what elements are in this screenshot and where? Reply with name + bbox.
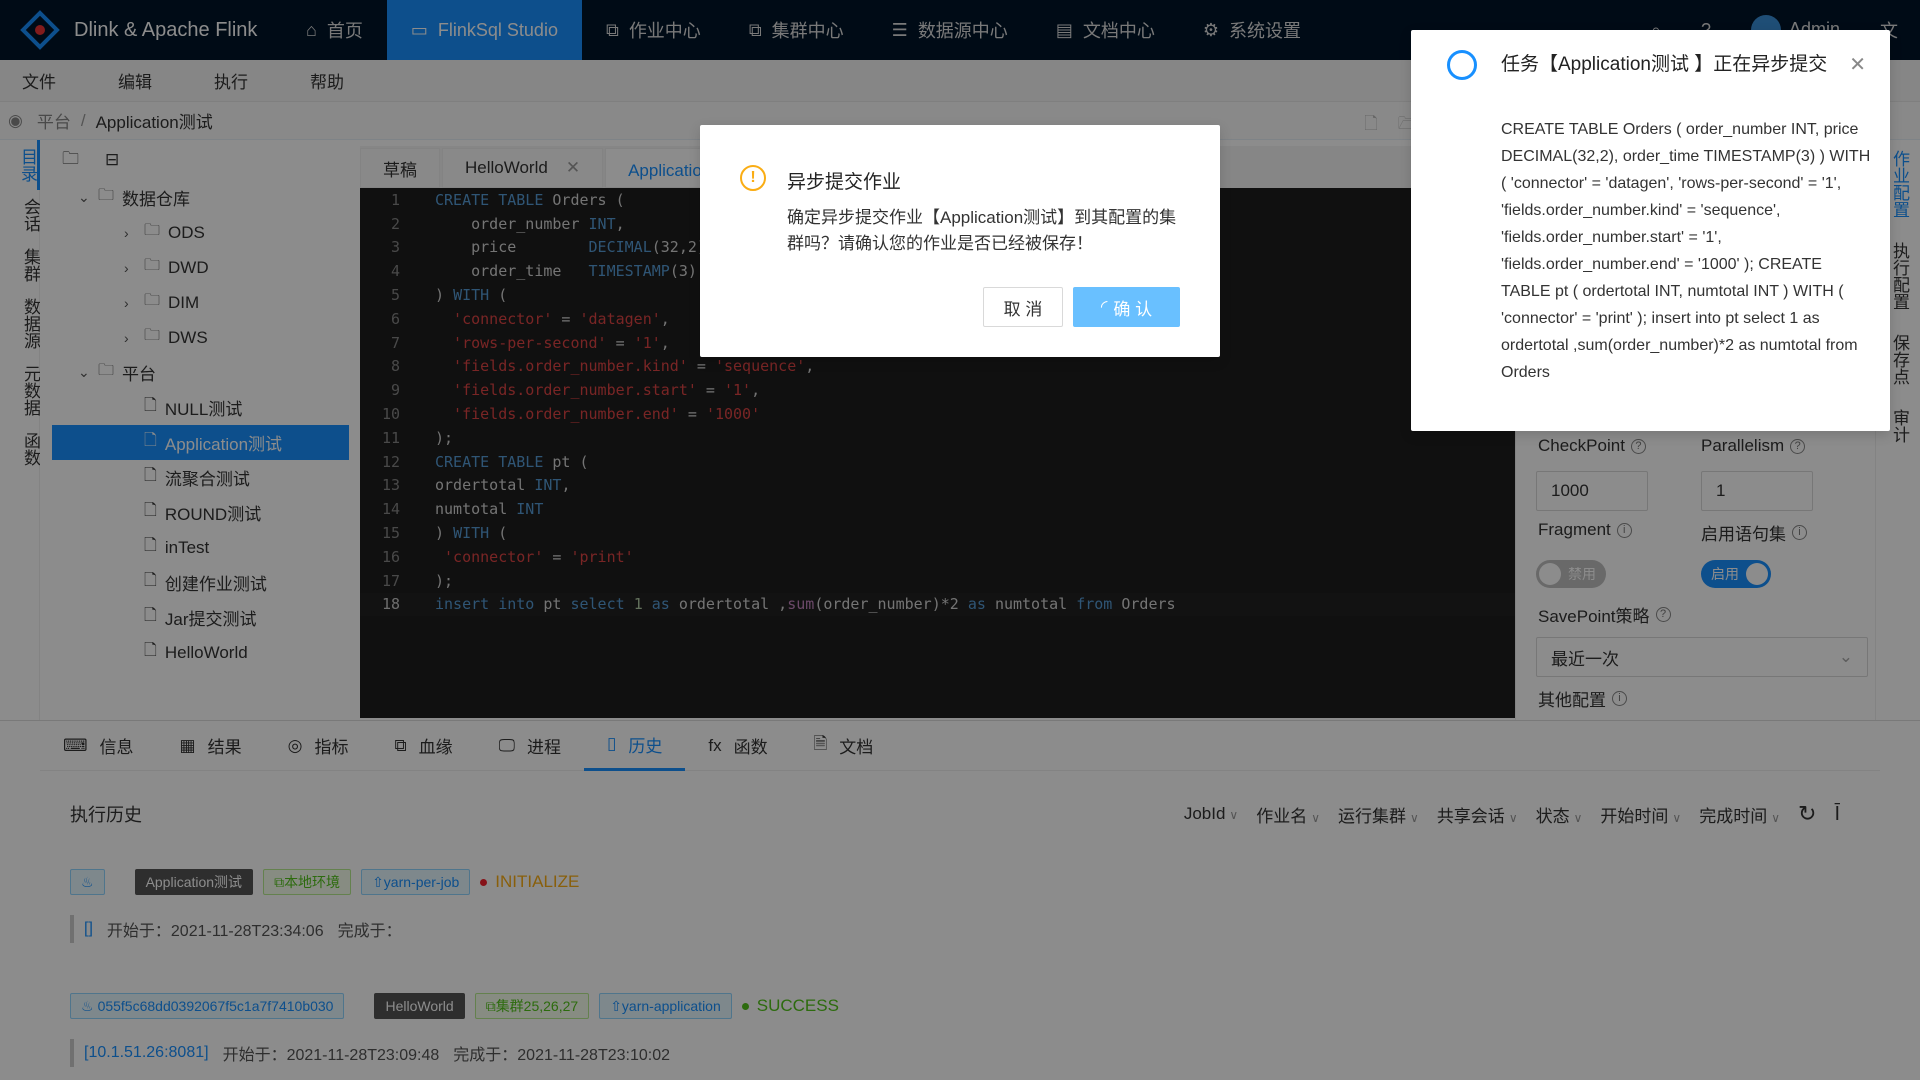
confirm-label: 确 认 xyxy=(1113,299,1153,319)
close-icon[interactable]: ✕ xyxy=(1849,52,1866,77)
dialog-title: 异步提交作业 xyxy=(787,172,902,193)
confirm-button[interactable]: ◜ 确 认 xyxy=(1073,287,1180,327)
notification: 任务【Application测试 】正在异步提交 ✕ CREATE TABLE … xyxy=(1411,30,1890,431)
loading-icon: ◜ xyxy=(1100,297,1108,316)
confirm-dialog: ! 异步提交作业 确定异步提交作业【Application测试】到其配置的集群吗… xyxy=(700,125,1220,357)
warning-icon: ! xyxy=(740,165,766,191)
smile-icon xyxy=(1447,50,1477,80)
notification-body: CREATE TABLE Orders ( order_number INT, … xyxy=(1501,121,1871,381)
dialog-body: 确定异步提交作业【Application测试】到其配置的集群吗？请确认您的作业是… xyxy=(787,208,1177,253)
cancel-button[interactable]: 取 消 xyxy=(983,287,1063,327)
notification-title: 任务【Application测试 】正在异步提交 xyxy=(1501,54,1828,75)
